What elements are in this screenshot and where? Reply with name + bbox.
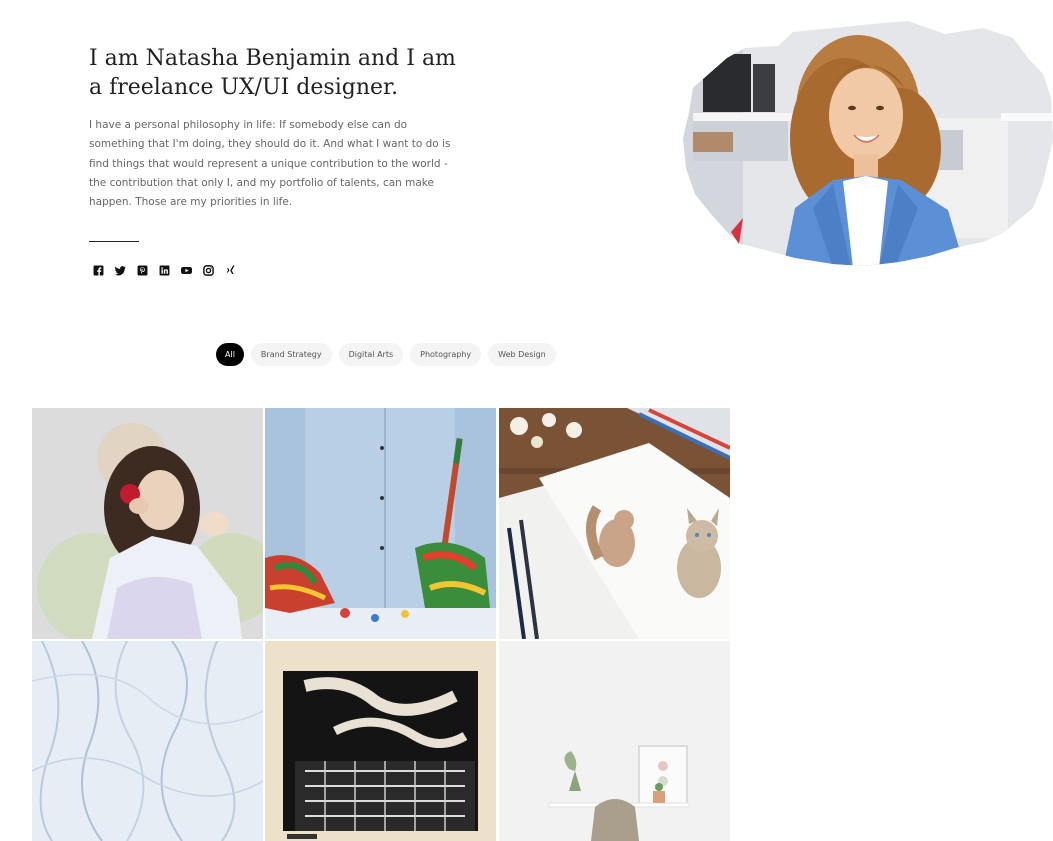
portfolio-item-minimal-desk[interactable] [499,641,730,841]
portfolio-item-animal-sketches[interactable] [499,408,730,639]
linkedin-icon[interactable] [159,265,170,276]
instagram-icon[interactable] [203,265,214,276]
portfolio-item-watercolor-portrait[interactable] [32,408,263,639]
twitter-icon[interactable] [115,265,126,276]
filter-photography[interactable]: Photography [410,343,482,366]
divider [89,241,139,242]
intro-description: I have a personal philosophy in life: If… [89,119,451,209]
profile-photo [683,18,1053,268]
filter-all[interactable]: All [216,343,244,366]
filter-brand-strategy[interactable]: Brand Strategy [250,343,332,366]
filter-web-design[interactable]: Web Design [488,343,556,366]
filter-digital-arts[interactable]: Digital Arts [338,343,404,366]
portfolio-item-woodcut-print[interactable] [265,641,496,841]
social-links [93,265,236,276]
pinterest-icon[interactable] [137,265,148,276]
portfolio-grid [32,408,730,841]
portfolio-item-painted-hands[interactable] [265,408,496,639]
youtube-icon[interactable] [181,265,192,276]
intro-title: I am Natasha Benjamin and I am a freelan… [89,46,456,100]
facebook-icon[interactable] [93,265,104,276]
xing-icon[interactable] [225,265,236,276]
portfolio-filters: All Brand Strategy Digital Arts Photogra… [216,343,556,366]
portfolio-item-blue-smoke[interactable] [32,641,263,841]
